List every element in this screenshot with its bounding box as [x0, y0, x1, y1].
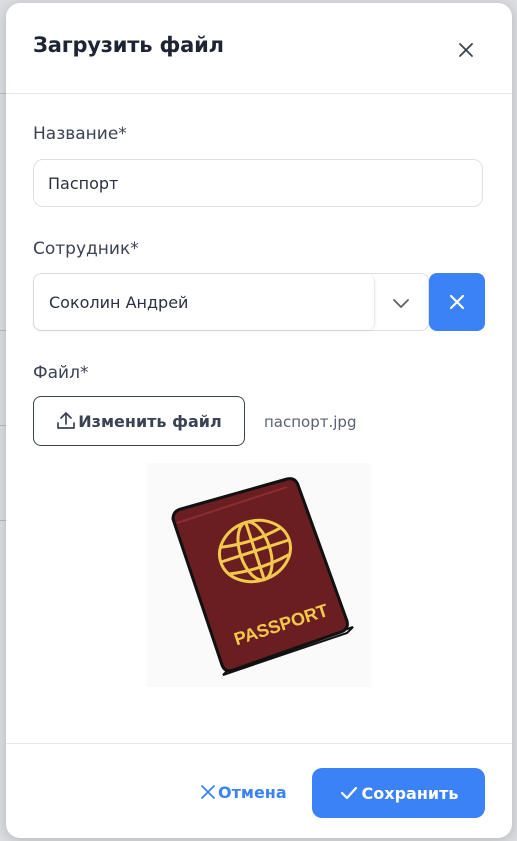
save-button[interactable]: Сохранить: [312, 768, 485, 818]
file-label: Файл*: [33, 363, 89, 383]
cancel-button[interactable]: Отмена: [200, 780, 287, 804]
employee-label: Сотрудник*: [33, 239, 139, 259]
modal-footer: Отмена Сохранить: [6, 743, 512, 838]
upload-icon: [57, 412, 76, 429]
name-input[interactable]: [33, 159, 483, 207]
employee-select-value-box[interactable]: Соколин Андрей: [34, 274, 375, 330]
change-file-button[interactable]: Изменить файл: [33, 396, 245, 446]
file-name: паспорт.jpg: [264, 413, 357, 431]
change-file-label: Изменить файл: [78, 411, 222, 431]
clear-employee-button[interactable]: [429, 273, 485, 331]
close-button[interactable]: [452, 36, 480, 64]
modal-header: Загрузить файл: [6, 3, 512, 94]
file-preview-image: PASSPORT: [147, 463, 371, 687]
name-label: Название*: [33, 124, 127, 144]
modal-title: Загрузить файл: [33, 33, 224, 57]
chevron-down-icon[interactable]: [390, 292, 412, 314]
close-icon: [449, 294, 465, 310]
upload-file-modal: Загрузить файл Название* Сотрудник* Соко…: [6, 3, 512, 838]
check-icon: [340, 786, 357, 800]
close-icon: [459, 43, 473, 57]
passport-illustration: PASSPORT: [171, 477, 354, 676]
employee-select[interactable]: Соколин Андрей: [33, 273, 429, 331]
close-icon: [201, 785, 215, 799]
save-label: Сохранить: [361, 783, 459, 803]
cancel-label: Отмена: [218, 782, 287, 802]
employee-selected-value: Соколин Андрей: [49, 293, 189, 312]
